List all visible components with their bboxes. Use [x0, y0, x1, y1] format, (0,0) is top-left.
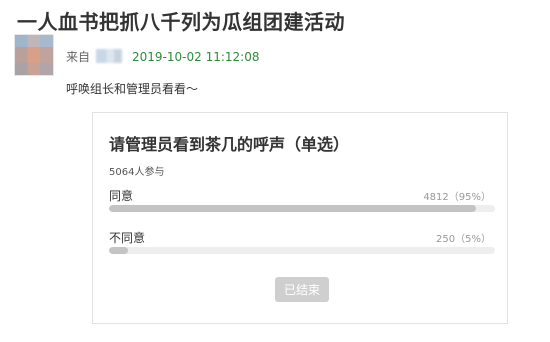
poll-option-agree-fill	[109, 205, 476, 212]
blurred-username[interactable]	[96, 49, 123, 63]
post-meta: 来自 2019-10-02 11:12:08	[66, 48, 259, 65]
poll-option-agree-label: 同意	[109, 189, 134, 203]
from-label: 来自	[66, 50, 91, 64]
poll-option-agree-stat: 4812（95%）	[423, 192, 491, 203]
post-title: 一人血书把抓八千列为瓜组团建活动	[17, 10, 345, 34]
poll-option-disagree-label: 不同意	[109, 231, 146, 245]
post-body: 呼唤组长和管理员看看～	[66, 82, 199, 96]
poll-ended-button[interactable]: 已结束	[275, 277, 329, 302]
poll-option-disagree-stat: 250（5%）	[436, 234, 491, 245]
poll-option-disagree-fill	[109, 247, 129, 254]
poll-card: 请管理员看到茶几的呼声（单选） 5064人参与 同意 4812（95%） 不同意…	[92, 112, 508, 324]
poll-option-agree-bar	[109, 205, 495, 212]
poll-option-disagree-bar	[109, 247, 495, 254]
avatar[interactable]	[14, 34, 54, 76]
post-timestamp: 2019-10-02 11:12:08	[132, 50, 260, 64]
poll-title: 请管理员看到茶几的呼声（单选）	[109, 135, 350, 154]
poll-participants: 5064人参与	[109, 167, 165, 178]
